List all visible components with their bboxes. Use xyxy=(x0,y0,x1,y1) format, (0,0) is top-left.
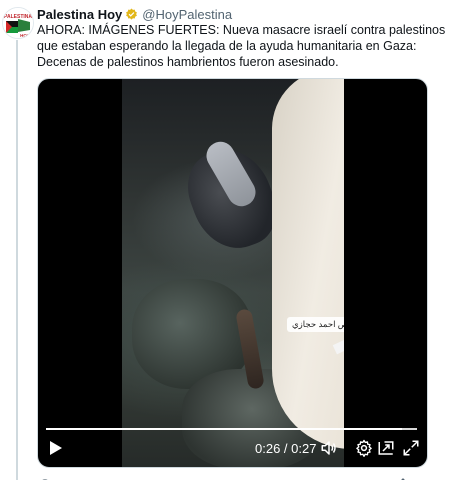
tweet-action-bar xyxy=(37,472,437,480)
video-player[interactable]: خاص احمد حجازي 0:26 / 0:27 xyxy=(37,78,428,468)
author-name[interactable]: Palestina Hoy xyxy=(37,7,122,22)
tweet-header: Palestina Hoy @HoyPalestina xyxy=(37,5,232,23)
video-controls: 0:26 / 0:27 xyxy=(38,435,427,461)
volume-icon[interactable] xyxy=(320,439,338,457)
gear-icon[interactable] xyxy=(355,439,373,457)
video-progress-bar[interactable] xyxy=(46,428,417,430)
author-handle[interactable]: @HoyPalestina xyxy=(142,7,232,22)
svg-text:PALESTINA: PALESTINA xyxy=(4,14,32,20)
fullscreen-icon[interactable] xyxy=(402,439,420,457)
avatar[interactable]: PALESTINA HOY xyxy=(2,7,34,39)
video-frame[interactable]: خاص احمد حجازي xyxy=(122,79,344,467)
picture-in-picture-icon[interactable] xyxy=(377,439,395,457)
verified-badge-icon xyxy=(125,8,138,21)
video-time: 0:26 / 0:27 xyxy=(255,441,317,456)
avatar-image: PALESTINA HOY xyxy=(3,8,33,38)
tweet-text: AHORA: IMÁGENES FUERTES: Nueva masacre i… xyxy=(37,23,446,69)
video-progress-fill xyxy=(46,428,403,430)
video-watermark: خاص احمد حجازي xyxy=(287,317,344,332)
video-foreground-cloth xyxy=(272,79,344,449)
play-icon[interactable] xyxy=(47,440,63,456)
svg-text:HOY: HOY xyxy=(20,33,30,38)
thread-line xyxy=(16,40,18,480)
